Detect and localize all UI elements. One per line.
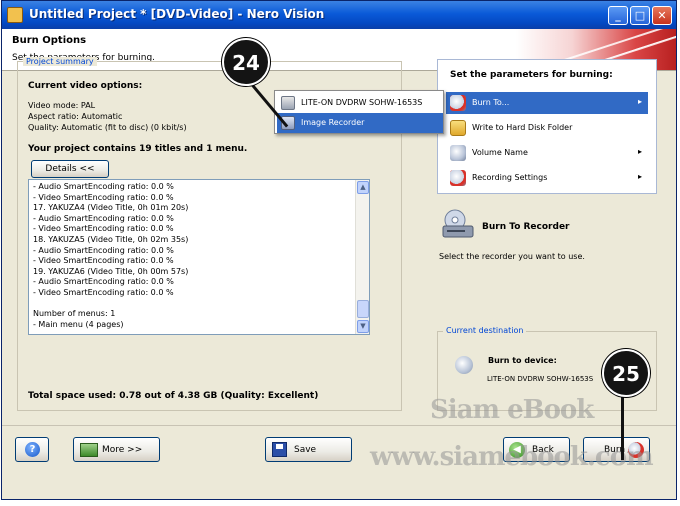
more-button-label: More >>: [102, 445, 143, 455]
volume-disc-icon: [450, 145, 466, 161]
menu-item-label: Recording Settings: [472, 173, 548, 182]
disc-drive-icon: [281, 96, 295, 110]
log-line: - Audio SmartEncoding ratio: 0.0 %: [33, 213, 174, 223]
more-options-icon: [80, 443, 98, 457]
save-button-label: Save: [294, 445, 317, 455]
page-title: Burn Options: [12, 35, 87, 46]
log-line: - Audio SmartEncoding ratio: 0.0 %: [33, 245, 174, 255]
log-lines: - Audio SmartEncoding ratio: 0.0 % - Vide…: [33, 182, 353, 330]
project-details-log[interactable]: - Audio SmartEncoding ratio: 0.0 % - Vide…: [28, 179, 370, 335]
details-button[interactable]: Details <<: [31, 160, 109, 178]
submenu-arrow-icon: ▸: [637, 97, 642, 106]
log-line: - Audio SmartEncoding ratio: 0.0 %: [33, 182, 174, 191]
folder-icon: [450, 120, 466, 136]
submenu-item-image-recorder[interactable]: Image Recorder: [277, 113, 443, 133]
scroll-thumb[interactable]: [357, 300, 369, 318]
more-button[interactable]: More >>: [73, 437, 160, 462]
log-line: - Main menu (4 pages): [33, 319, 124, 329]
app-window: Untitled Project * [DVD-Video] - Nero Vi…: [1, 0, 677, 500]
log-line: 17. YAKUZA4 (Video Title, 0h 01m 20s): [33, 203, 189, 213]
scroll-up-icon[interactable]: ▲: [357, 181, 369, 194]
log-line: - Video SmartEncoding ratio: 0.0 %: [33, 224, 174, 234]
aspect-ratio-text: Aspect ratio: Automatic: [28, 112, 123, 121]
log-line: 19. YAKUZA6 (Video Title, 0h 00m 57s): [33, 266, 189, 276]
menu-item-label: Write to Hard Disk Folder: [472, 123, 573, 132]
menu-item-label: Burn To...: [472, 98, 510, 107]
submenu-arrow-icon: ▸: [637, 147, 642, 156]
log-line: - Video SmartEncoding ratio: 0.0 %: [33, 287, 174, 297]
menu-item-label: Volume Name: [472, 148, 528, 157]
submenu-item-label: LITE-ON DVDRW SOHW-1653S: [301, 98, 423, 107]
log-line: - Audio SmartEncoding ratio: 0.0 %: [33, 277, 174, 287]
save-disk-icon: [272, 442, 287, 457]
log-line: Number of menus: 1: [33, 309, 116, 319]
total-space-text: Total space used: 0.78 out of 4.38 GB (Q…: [28, 391, 319, 401]
log-line: - Video SmartEncoding ratio: 0.0 %: [33, 192, 174, 202]
submenu-item-label: Image Recorder: [301, 118, 365, 127]
watermark-siam-ebook: Siam eBook: [430, 395, 594, 425]
current-video-options-heading: Current video options:: [28, 81, 143, 91]
destination-disc-icon: [455, 356, 473, 374]
project-contents-text: Your project contains 19 titles and 1 me…: [28, 144, 248, 154]
destination-title: Burn to device:: [488, 356, 557, 365]
recorder-description: Select the recorder you want to use.: [439, 252, 585, 261]
submenu-item-liteon-drive[interactable]: LITE-ON DVDRW SOHW-1653S: [277, 93, 443, 113]
menu-item-volume-name[interactable]: Volume Name ▸: [446, 142, 648, 164]
maximize-button[interactable]: □: [630, 6, 650, 25]
footer-separator: [2, 425, 676, 426]
recorder-drive-icon: [442, 209, 474, 238]
log-line: - Video SmartEncoding ratio: 0.0 %: [33, 256, 174, 266]
callout-25-pointer: [621, 392, 624, 460]
menu-item-recording-settings[interactable]: Recording Settings ▸: [446, 167, 648, 189]
burn-disc-icon: [450, 95, 466, 111]
burn-parameters-panel: Set the parameters for burning: Burn To.…: [437, 59, 657, 194]
nero-app-icon: [7, 7, 23, 23]
video-mode-text: Video mode: PAL: [28, 101, 96, 110]
menu-item-write-to-folder[interactable]: Write to Hard Disk Folder: [446, 117, 648, 139]
destination-device: LITE-ON DVDRW SOHW-1653S: [487, 375, 594, 383]
help-icon: ?: [25, 442, 40, 457]
callout-24: 24: [222, 38, 270, 86]
watermark-url: www.siamebook.com: [370, 442, 654, 472]
current-destination-legend: Current destination: [443, 326, 527, 335]
quality-text: Quality: Automatic (fit to disc) (0 kbit…: [28, 123, 187, 132]
log-line: 18. YAKUZA5 (Video Title, 0h 02m 35s): [33, 234, 189, 244]
burn-to-submenu: LITE-ON DVDRW SOHW-1653S Image Recorder: [274, 90, 444, 134]
close-button[interactable]: ✕: [652, 6, 672, 25]
window-title: Untitled Project * [DVD-Video] - Nero Vi…: [29, 7, 325, 21]
scroll-down-icon[interactable]: ▼: [357, 320, 369, 333]
title-bar: Untitled Project * [DVD-Video] - Nero Vi…: [2, 1, 676, 29]
project-summary-legend: Project summary: [23, 57, 97, 66]
recording-settings-icon: [450, 170, 466, 186]
recorder-title: Burn To Recorder: [482, 222, 570, 232]
burn-parameters-title: Set the parameters for burning:: [450, 70, 613, 80]
menu-item-burn-to[interactable]: Burn To... ▸: [446, 92, 648, 114]
callout-25: 25: [602, 349, 650, 397]
minimize-button[interactable]: _: [608, 6, 628, 25]
help-button[interactable]: ?: [15, 437, 49, 462]
log-scrollbar[interactable]: ▲ ▼: [355, 180, 369, 334]
submenu-arrow-icon: ▸: [637, 172, 642, 181]
save-button[interactable]: Save: [265, 437, 352, 462]
